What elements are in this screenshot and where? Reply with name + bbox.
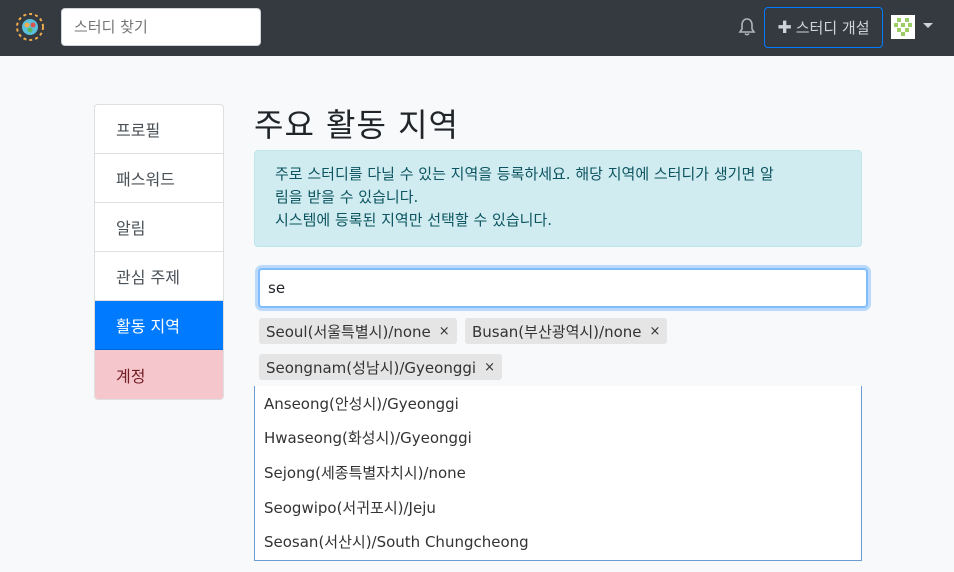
suggestion-item[interactable]: Seogwipo(서귀포시)/Jeju [255, 490, 861, 525]
sidebar-item-notifications[interactable]: 알림 [95, 203, 223, 252]
alert-text-line2: 림을 받을 수 있습니다. [275, 188, 419, 206]
sidebar-item-profile[interactable]: 프로필 [95, 105, 223, 154]
zone-tag-label: Seoul(서울특별시)/none [266, 322, 431, 341]
remove-tag-icon[interactable]: × [484, 360, 495, 375]
remove-tag-icon[interactable]: × [650, 324, 661, 339]
zone-tag-label: Busan(부산광역시)/none [472, 322, 642, 341]
zone-tag: Seongnam(성남시)/Gyeonggi × [259, 354, 502, 380]
avatar-icon[interactable] [891, 15, 915, 39]
search-input[interactable] [61, 8, 261, 46]
info-alert: 주로 스터디를 다닐 수 있는 지역을 등록하세요. 해당 지역에 스터디가 생… [254, 150, 862, 247]
page-title: 주요 활동 지역 [254, 106, 459, 144]
bell-icon[interactable] [737, 17, 757, 37]
create-study-button[interactable]: ✚ 스터디 개설 [764, 7, 883, 48]
suggestion-item[interactable]: Anseong(안성시)/Gyeonggi [255, 386, 861, 421]
navbar: ✚ 스터디 개설 [0, 0, 954, 56]
alert-text-line3: 시스템에 등록된 지역만 선택할 수 있습니다. [275, 211, 553, 229]
plus-icon: ✚ [777, 17, 792, 38]
zone-search-input[interactable] [258, 268, 868, 308]
zone-tag: Busan(부산광역시)/none × [465, 318, 668, 344]
remove-tag-icon[interactable]: × [439, 324, 450, 339]
settings-sidebar: 프로필 패스워드 알림 관심 주제 활동 지역 계정 [94, 104, 224, 400]
zone-tag: Seoul(서울특별시)/none × [259, 318, 457, 344]
suggestion-item[interactable]: Seosan(서산시)/South Chungcheong [255, 524, 861, 559]
sidebar-item-topics[interactable]: 관심 주제 [95, 252, 223, 301]
suggestion-item[interactable]: Hwaseong(화성시)/Gyeonggi [255, 421, 861, 456]
caret-down-icon[interactable] [923, 23, 933, 28]
sidebar-item-password[interactable]: 패스워드 [95, 154, 223, 203]
zone-tag-label: Seongnam(성남시)/Gyeonggi [266, 358, 477, 377]
alert-text-line1: 주로 스터디를 다닐 수 있는 지역을 등록하세요. 해당 지역에 스터디가 생… [275, 165, 774, 183]
create-study-label: 스터디 개설 [795, 19, 870, 37]
suggestion-dropdown: Anseong(안성시)/Gyeonggi Hwaseong(화성시)/Gyeo… [254, 386, 862, 561]
sidebar-item-account[interactable]: 계정 [95, 350, 223, 399]
logo-icon[interactable] [15, 12, 45, 42]
sidebar-item-zones[interactable]: 활동 지역 [95, 301, 223, 350]
suggestion-item[interactable]: Sejong(세종특별자치시)/none [255, 455, 861, 490]
